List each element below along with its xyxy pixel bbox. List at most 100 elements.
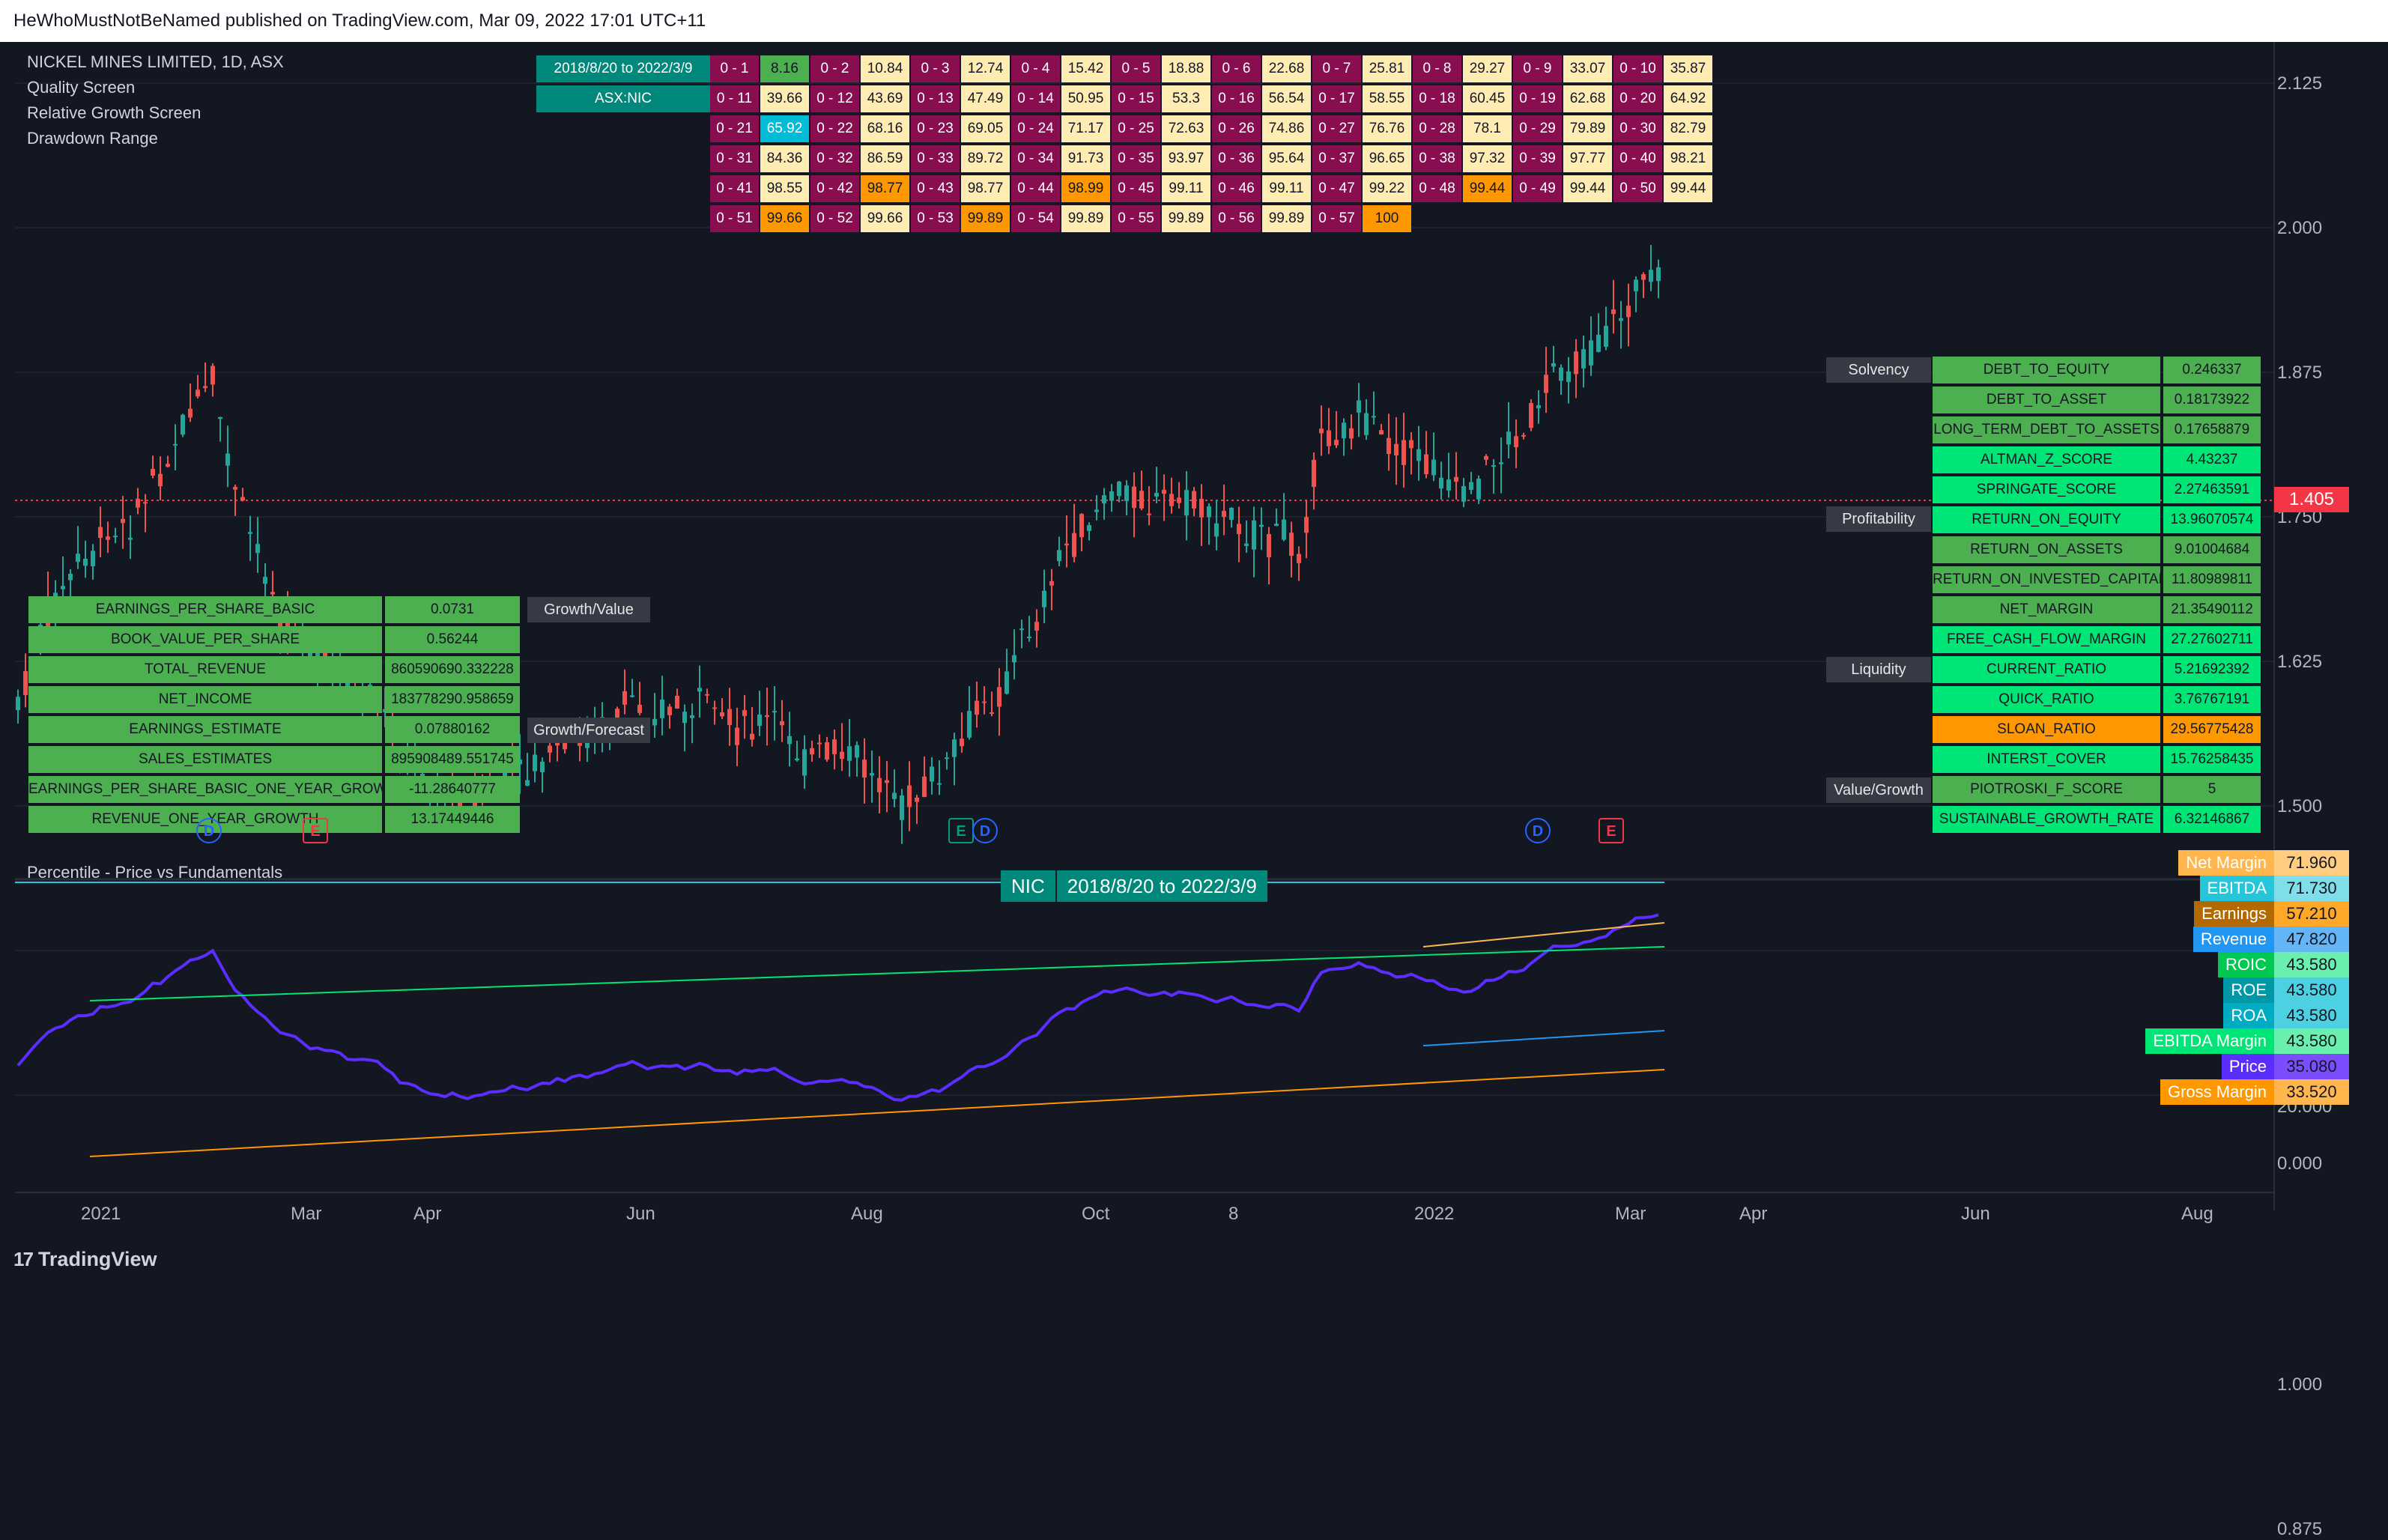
candle-body <box>1334 440 1339 446</box>
indicator-label-name: ROIC <box>2218 952 2274 977</box>
indicator-label-name: ROE <box>2223 977 2274 1003</box>
candle-body <box>196 389 200 397</box>
candle-body <box>143 502 148 504</box>
drawdown-value-cell: 78.1 <box>1463 115 1512 142</box>
drawdown-value-cell: 25.81 <box>1363 55 1411 82</box>
candle-body <box>840 751 844 760</box>
drawdown-range-cell: 0 - 15 <box>1112 85 1160 112</box>
footer: 17 TradingView <box>0 1227 2388 1287</box>
growth-metric-name: BOOK_VALUE_PER_SHARE <box>28 626 382 653</box>
candle-body <box>757 714 762 727</box>
quality-metric-name: SLOAN_RATIO <box>1933 716 2160 743</box>
candle-body <box>533 754 537 771</box>
drawdown-range-cell: 0 - 54 <box>1011 205 1060 232</box>
drawdown-range-cell: 0 - 43 <box>911 175 960 202</box>
dividend-marker[interactable]: D <box>196 818 222 843</box>
drawdown-range-cell: 0 - 26 <box>1212 115 1261 142</box>
quality-metric-value: 0.18173922 <box>2163 386 2261 413</box>
drawdown-value-cell: 29.27 <box>1463 55 1512 82</box>
drawdown-range-cell: 0 - 46 <box>1212 175 1261 202</box>
drawdown-range-cell: 0 - 36 <box>1212 145 1261 172</box>
candle-body <box>1431 459 1436 476</box>
quality-metric-name: PIOTROSKI_F_SCORE <box>1933 776 2160 803</box>
earnings-marker[interactable]: E <box>303 818 328 843</box>
drawdown-range-cell: 0 - 6 <box>1212 55 1261 82</box>
candle-body <box>233 487 237 490</box>
candle-body <box>1237 524 1241 535</box>
indicator-tick: 0.000 <box>2277 1154 2323 1174</box>
drawdown-value-cell: 47.49 <box>961 85 1010 112</box>
candle-body <box>1394 443 1398 455</box>
drawdown-value-cell: 53.3 <box>1162 85 1210 112</box>
candle-body <box>136 498 140 508</box>
drawdown-value-cell: 10.84 <box>861 55 909 82</box>
drawdown-value-cell: 50.95 <box>1061 85 1110 112</box>
candle-body <box>772 711 777 713</box>
drawdown-range-cell: 0 - 4 <box>1011 55 1060 82</box>
ebitda-margin-line <box>89 946 1665 1001</box>
candle-body <box>1094 509 1099 512</box>
candle-body <box>1192 491 1196 509</box>
tradingview-logo[interactable]: 17 TradingView <box>13 1248 157 1271</box>
candle-body <box>76 554 80 563</box>
candle-body <box>675 695 679 709</box>
indicator-legend-drawdown[interactable]: Drawdown Range <box>27 129 158 148</box>
candle-body <box>622 691 627 705</box>
time-tick: Mar <box>291 1204 322 1224</box>
candle-body <box>1297 554 1301 563</box>
candle-body <box>1559 367 1563 381</box>
candle-body <box>937 783 942 785</box>
earnings-marker[interactable]: E <box>948 818 974 843</box>
quality-metric-value: 21.35490112 <box>2163 596 2261 623</box>
price-tick: 1.625 <box>2277 652 2323 672</box>
earnings-marker[interactable]: E <box>1598 818 1624 843</box>
dividend-marker[interactable]: D <box>972 818 998 843</box>
net-margin-line <box>1422 922 1665 948</box>
indicator-title[interactable]: Percentile - Price vs Fundamentals <box>27 863 282 882</box>
quality-metric-name: RETURN_ON_INVESTED_CAPITAL <box>1933 566 2160 593</box>
candle-body <box>1596 334 1601 352</box>
group-value-growth: Value/Growth <box>1826 777 1931 803</box>
candle-body <box>1012 655 1016 663</box>
indicator-legend-quality[interactable]: Quality Screen <box>27 78 135 97</box>
candle-body <box>166 464 170 467</box>
indicator-label: ROE 43.580 <box>2172 977 2349 1003</box>
candle-body <box>922 776 927 798</box>
candle-body <box>1049 580 1054 586</box>
drawdown-value-cell: 99.66 <box>861 205 909 232</box>
indicator-label-value: 57.210 <box>2274 901 2349 927</box>
indicator-label: ROA 43.580 <box>2172 1003 2349 1028</box>
drawdown-value-cell: 99.44 <box>1563 175 1612 202</box>
indicator-label-value: 43.580 <box>2274 952 2349 977</box>
drawdown-value-cell: 96.65 <box>1363 145 1411 172</box>
candle-body <box>23 670 28 695</box>
candle-body <box>765 715 769 718</box>
drawdown-range-cell: 0 - 3 <box>911 55 960 82</box>
growth-metric-name: EARNINGS_ESTIMATE <box>28 716 382 743</box>
drawdown-range-cell: 0 - 2 <box>810 55 859 82</box>
indicator-lines[interactable] <box>15 882 1665 1157</box>
candle-body <box>1544 375 1548 393</box>
candle-body <box>270 592 275 595</box>
candle-body <box>975 700 979 715</box>
candle-body <box>113 536 118 538</box>
symbol-legend[interactable]: NICKEL MINES LIMITED, 1D, ASX <box>27 52 284 72</box>
drawdown-range-cell: 0 - 48 <box>1413 175 1461 202</box>
quality-metric-value: 2.27463591 <box>2163 476 2261 503</box>
growth-metric-name: TOTAL_REVENUE <box>28 656 382 683</box>
candle-body <box>1521 434 1526 437</box>
drawdown-value-cell: 97.77 <box>1563 145 1612 172</box>
indicator-legend-growth[interactable]: Relative Growth Screen <box>27 103 201 123</box>
candle-body <box>218 416 222 419</box>
group-liquidity: Liquidity <box>1826 657 1931 682</box>
dividend-marker[interactable]: D <box>1525 818 1551 843</box>
candle-body <box>128 537 133 540</box>
drawdown-range-cell: 0 - 21 <box>710 115 759 142</box>
quality-metric-name: INTERST_COVER <box>1933 746 2160 773</box>
drawdown-value-cell: 98.55 <box>760 175 809 202</box>
candle-body <box>1169 494 1174 506</box>
growth-metric-name: EARNINGS_PER_SHARE_BASIC <box>28 596 382 623</box>
candle-body <box>1401 440 1406 465</box>
quality-metric-name: SPRINGATE_SCORE <box>1933 476 2160 503</box>
drawdown-range-cell: 0 - 17 <box>1312 85 1361 112</box>
